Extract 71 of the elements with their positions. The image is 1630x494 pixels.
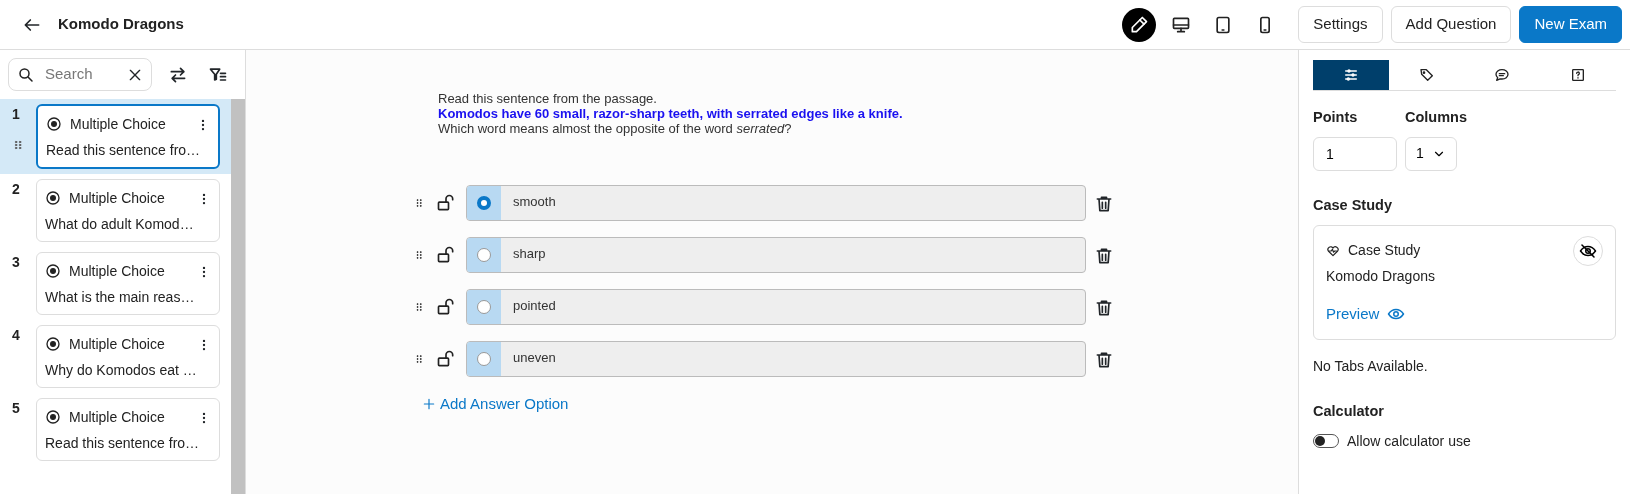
help-icon (1570, 67, 1587, 83)
padlock-icon[interactable] (436, 192, 456, 213)
page-title: Komodo Dragons (58, 14, 184, 35)
question-preview: Read this sentence fro… (46, 141, 201, 160)
question-prompt: Read this sentence from the passage. (438, 92, 658, 107)
question-list-item[interactable]: 1 Multiple Choice Read this sentence fro… (0, 99, 231, 174)
padlock-icon[interactable] (436, 348, 456, 369)
hide-button[interactable] (1573, 235, 1603, 266)
section-heading: Case Study (1313, 195, 1393, 215)
case-study-name: Komodo Dragons (1326, 266, 1436, 286)
radio-button-icon (46, 116, 62, 132)
question-number: 1 (12, 105, 21, 124)
field-label: Columns (1405, 108, 1468, 127)
question-preview: Read this sentence fro… (45, 434, 200, 453)
sliders-icon (1342, 67, 1359, 83)
pencil-icon (1129, 14, 1150, 35)
question-text: Which word means almost the opposite of the word serrated? (438, 121, 792, 137)
question-preview: What is the main reas… (45, 288, 195, 307)
points-field[interactable]: 1 (1313, 136, 1397, 171)
case-study-label: Case Study (1348, 241, 1421, 260)
question-type: Multiple Choice (69, 261, 165, 281)
add-answer-option-link[interactable]: Add Answer Option (422, 392, 569, 416)
preview-link[interactable]: Preview (1326, 302, 1380, 325)
question-card[interactable]: Multiple Choice What do adult Komod… (36, 179, 220, 242)
question-card[interactable]: Multiple Choice Read this sentence fro… (36, 398, 220, 461)
heart-icon (1326, 243, 1340, 258)
radio-button-icon (45, 336, 61, 352)
padlock-icon[interactable] (436, 244, 456, 265)
question-type: Multiple Choice (70, 114, 166, 134)
empty-message: No Tabs Available. (1313, 357, 1429, 376)
toggle-label: Allow calculator use (1347, 431, 1471, 451)
question-type: Multiple Choice (69, 407, 165, 427)
search-bar[interactable]: Search (8, 58, 152, 91)
search-field[interactable]: Search (43, 62, 123, 87)
radio-button-icon (45, 190, 61, 206)
question-list-item[interactable]: 2 Multiple Choice What do adult Komod… (0, 174, 231, 247)
question-type: Multiple Choice (69, 188, 165, 208)
header-button[interactable]: Settings (1298, 6, 1383, 43)
question-card[interactable]: Multiple Choice Read this sentence fro… (36, 104, 220, 169)
question-preview: What do adult Komod… (45, 215, 194, 234)
calculator-toggle[interactable] (1313, 434, 1339, 449)
question-list-item[interactable]: 5 Multiple Choice Read this sentence fro… (0, 393, 231, 466)
swap-arrows-icon (168, 65, 188, 86)
question-type: Multiple Choice (69, 334, 165, 354)
panel-tab[interactable] (1313, 60, 1389, 90)
padlock-icon[interactable] (436, 296, 456, 317)
question-preview: Why do Komodos eat … (45, 361, 197, 380)
search-icon (17, 65, 35, 84)
question-list-item[interactable]: 3 Multiple Choice What is the main reas… (0, 247, 231, 320)
primary-button[interactable]: New Exam (1519, 6, 1622, 43)
question-number: 4 (12, 326, 21, 345)
question-card[interactable]: Multiple Choice Why do Komodos eat … (36, 325, 220, 388)
header-button[interactable]: Add Question (1390, 6, 1512, 43)
radio-button-icon (45, 263, 61, 279)
plus-icon (422, 397, 436, 412)
radio-button-icon (45, 409, 61, 425)
eye-off-icon (1579, 241, 1597, 260)
question-number: 5 (12, 399, 21, 418)
section-heading: Calculator (1313, 402, 1385, 421)
question-list-item[interactable]: 4 Multiple Choice Why do Komodos eat … (0, 320, 231, 393)
question-card[interactable]: Multiple Choice What is the main reas… (36, 252, 220, 315)
view-mode-button[interactable] (1122, 7, 1157, 42)
tag-icon (1418, 67, 1435, 83)
passage-quote: Komodos have 60 small, razor-sharp teeth, with serrated edges like a knife. (438, 106, 904, 122)
columns-dropdown[interactable]: 1 (1405, 136, 1457, 171)
question-number: 2 (12, 180, 21, 199)
drag-handle-icon (12, 139, 24, 151)
question-number: 3 (12, 253, 21, 272)
field-label: Points (1313, 108, 1359, 127)
scrollbar[interactable] (231, 99, 245, 494)
chat-icon (1494, 67, 1511, 83)
